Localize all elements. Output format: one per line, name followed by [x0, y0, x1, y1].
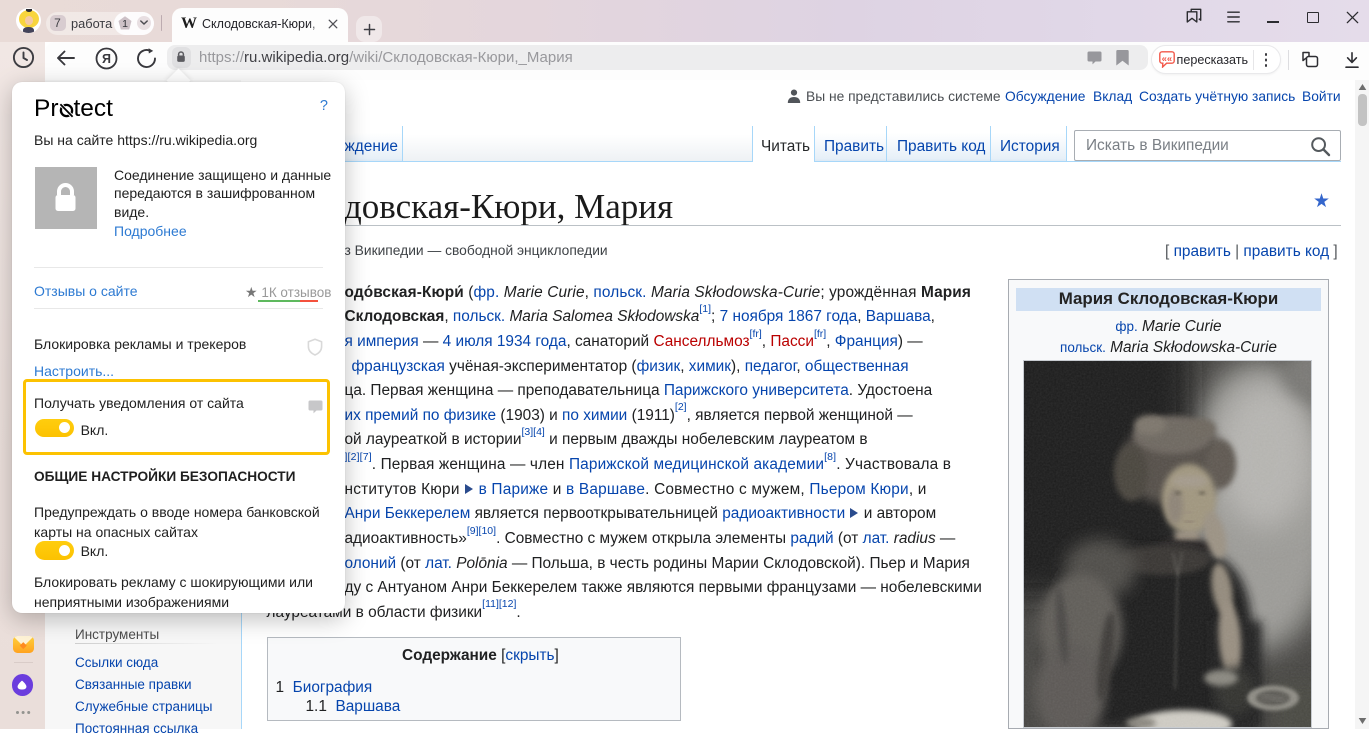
svg-text:««: ««: [1161, 53, 1172, 64]
svg-text:Я: Я: [102, 52, 111, 66]
svg-text:1: 1: [122, 18, 128, 30]
